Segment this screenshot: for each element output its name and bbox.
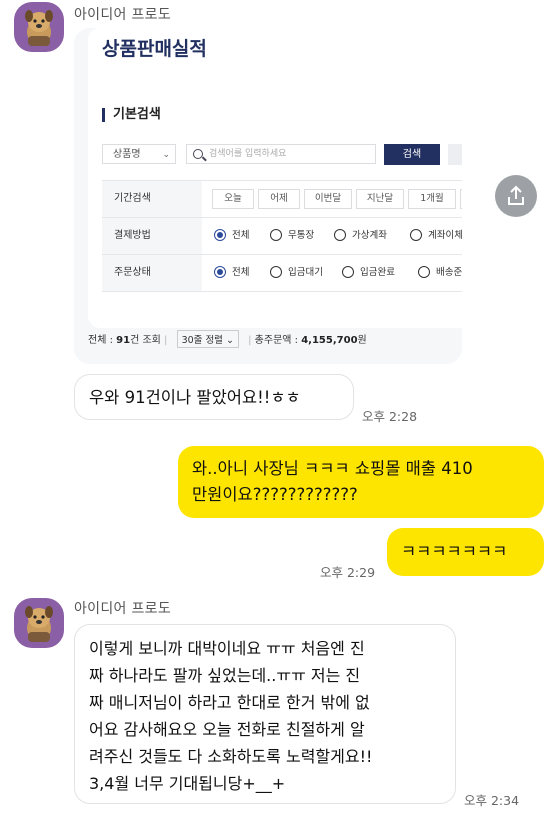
total-count: 91	[116, 335, 131, 346]
sender-avatar[interactable]	[14, 2, 64, 52]
sender-avatar[interactable]	[14, 598, 64, 648]
period-last-month: 지난달	[356, 189, 404, 209]
period-3-month: 3	[460, 189, 462, 209]
total-amount: 4,155,700	[301, 335, 358, 346]
period-row: 기간검색 오늘 어제 이번달 지난달 1개월 3	[102, 181, 462, 218]
payment-radio-bank: 무통장	[270, 229, 314, 243]
search-button: 검색	[384, 144, 440, 165]
message-time: 오후 2:34	[464, 793, 520, 808]
message-time: 오후 2:29	[320, 565, 376, 580]
page-title: 상품판매실적	[102, 38, 207, 60]
sender-name: 아이디어 프로도	[74, 601, 172, 617]
message-bubble-received[interactable]: 이렇게 보니까 대박이네요 ㅠㅠ 처음엔 진 짜 하나라도 팔까 싶었는데..ㅠ…	[74, 624, 456, 804]
payment-row: 결제방법 전체 무통장 가상계좌 계좌이체	[102, 218, 462, 255]
filter-table: 기간검색 오늘 어제 이번달 지난달 1개월 3 결제방법 전체 무통장 가상계…	[102, 180, 462, 292]
status-radio-waiting: 입금대기	[270, 266, 323, 280]
dog-character-icon	[25, 606, 53, 642]
period-yesterday: 어제	[258, 189, 300, 209]
chevron-down-icon: ⌄	[162, 150, 170, 160]
status-radio-shipping: 배송준비	[418, 266, 462, 280]
order-status-label: 주문상태	[102, 255, 202, 291]
screenshot-panel: 상품판매실적 기본검색 상품명 ⌄ 검색어를 입력하세요 검색 초 기간검색 오…	[88, 28, 462, 328]
message-bubble-sent[interactable]: ㅋㅋㅋㅋㅋㅋㅋ	[387, 528, 544, 576]
sender-name: 아이디어 프로도	[74, 7, 172, 23]
reset-button: 초	[448, 144, 462, 165]
sort-select: 30줄 정렬 ⌄	[176, 330, 239, 348]
payment-label: 결제방법	[102, 218, 202, 254]
dog-character-icon	[25, 10, 53, 46]
share-upload-icon	[508, 185, 524, 205]
payment-radio-virtual: 가상계좌	[334, 229, 387, 243]
order-status-row: 주문상태 전체 입금대기 입금완료 배송준비	[102, 255, 462, 292]
search-input: 검색어를 입력하세요	[186, 144, 376, 164]
period-label: 기간검색	[102, 181, 202, 217]
period-1-month: 1개월	[408, 189, 456, 209]
message-bubble-sent[interactable]: 와..아니 사장님 ㅋㅋㅋ 쇼핑몰 매출 410 만원이요???????????…	[178, 446, 544, 518]
period-today: 오늘	[212, 189, 254, 209]
payment-radio-transfer: 계좌이체	[410, 229, 462, 243]
status-radio-all: 전체	[214, 266, 249, 280]
message-time: 오후 2:28	[362, 409, 418, 424]
shared-screenshot-image[interactable]: 상품판매실적 기본검색 상품명 ⌄ 검색어를 입력하세요 검색 초 기간검색 오…	[74, 28, 462, 364]
result-summary: 전체 : 91건 조회 | 30줄 정렬 ⌄ | 총주문액 : 4,155,70…	[88, 330, 367, 348]
share-button[interactable]	[495, 175, 537, 217]
status-radio-paid: 입금완료	[342, 266, 395, 280]
section-title: 기본검색	[102, 108, 161, 122]
message-bubble-received[interactable]: 우와 91건이나 팔았어요!!ㅎㅎ	[74, 374, 354, 420]
search-type-select: 상품명 ⌄	[102, 144, 176, 164]
search-icon	[193, 149, 203, 159]
period-this-month: 이번달	[304, 189, 352, 209]
payment-radio-all: 전체	[214, 229, 249, 243]
